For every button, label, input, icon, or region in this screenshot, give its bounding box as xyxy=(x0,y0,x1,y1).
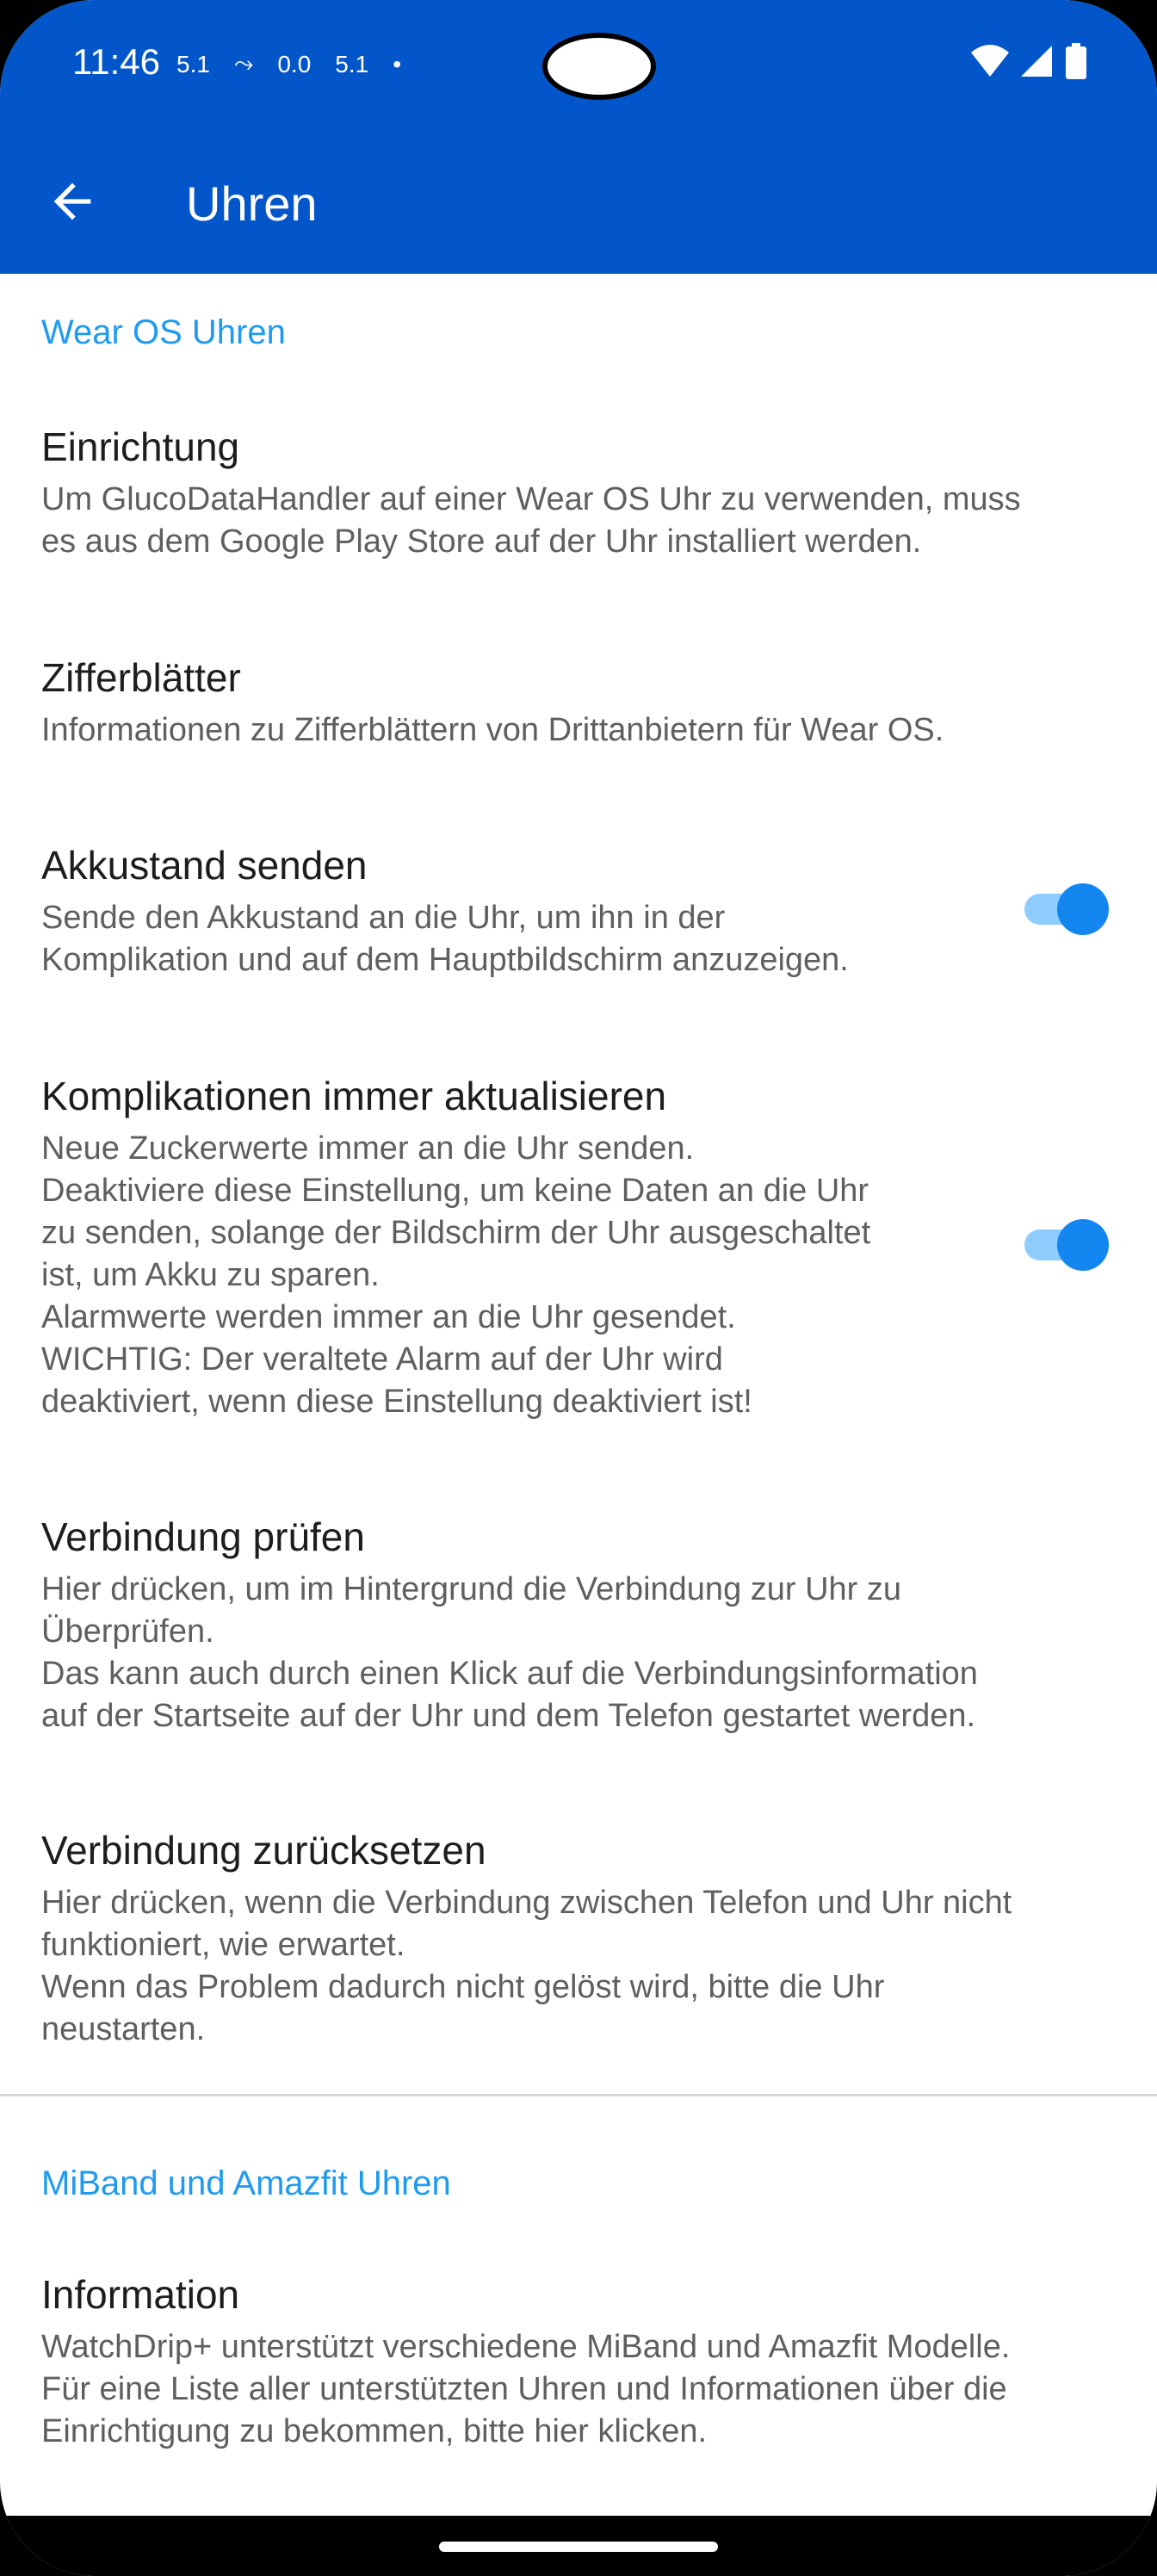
pref-summary: Hier drücken, wenn die Verbindung zwisch… xyxy=(41,1885,1012,2047)
pref-einrichtung[interactable]: Einrichtung Um GlucoDataHandler auf eine… xyxy=(0,424,1157,563)
status-time: 11:46 xyxy=(72,41,160,82)
signal-icon xyxy=(1021,46,1052,77)
app-bar: Uhren xyxy=(0,129,1157,274)
settings-screen: 11:46 5.1 ⤳ 0.0 5.1 • Uhren Wear OS Uhre… xyxy=(0,0,1157,2576)
status-bar: 11:46 5.1 ⤳ 0.0 5.1 • xyxy=(0,0,1157,129)
toggle-komplikationen-aktualisieren[interactable] xyxy=(1024,1219,1109,1271)
section-header-wear-os: Wear OS Uhren xyxy=(41,313,286,351)
pref-title: Zifferblätter xyxy=(41,655,241,700)
gesture-handle[interactable] xyxy=(439,2542,718,2552)
status-indicator: 5.1 xyxy=(335,50,369,77)
wifi-icon xyxy=(971,45,1009,77)
pref-verbindung-pruefen[interactable]: Verbindung prüfen Hier drücken, um im Hi… xyxy=(0,1514,1157,1737)
pref-title: Information xyxy=(41,2272,240,2317)
pref-information[interactable]: Information WatchDrip+ unterstützt versc… xyxy=(0,2271,1157,2453)
pref-summary: Hier drücken, um im Hintergrund die Verb… xyxy=(41,1571,978,1734)
pref-title: Verbindung prüfen xyxy=(41,1514,365,1559)
toggle-thumb xyxy=(1057,1219,1109,1271)
status-indicators: 5.1 ⤳ 0.0 5.1 • xyxy=(176,50,401,78)
pref-title: Einrichtung xyxy=(41,424,240,469)
section-divider xyxy=(0,2094,1157,2096)
status-indicator: ⤳ xyxy=(233,50,254,77)
status-indicator: • xyxy=(393,50,402,77)
pref-komplikationen-aktualisieren[interactable]: Komplikationen immer aktualisieren Neue … xyxy=(0,1073,1157,1423)
pref-title: Akkustand senden xyxy=(41,843,368,888)
arrow-back-icon[interactable] xyxy=(45,174,100,229)
pref-summary: Um GlucoDataHandler auf einer Wear OS Uh… xyxy=(41,481,1021,560)
pref-verbindung-zuruecksetzen[interactable]: Verbindung zurücksetzen Hier drücken, we… xyxy=(0,1827,1157,2051)
battery-icon xyxy=(1066,43,1086,79)
pref-summary: WatchDrip+ unterstützt verschiedene MiBa… xyxy=(41,2329,1011,2449)
status-indicator: 0.0 xyxy=(277,50,312,77)
pref-title: Verbindung zurücksetzen xyxy=(41,1828,486,1873)
status-right-icons xyxy=(971,43,1086,79)
top-bar: 11:46 5.1 ⤳ 0.0 5.1 • Uhren xyxy=(0,0,1157,274)
section-header-miband-amazfit: MiBand und Amazfit Uhren xyxy=(41,2164,451,2202)
camera-cutout xyxy=(542,33,656,100)
pref-summary: Sende den Akkustand an die Uhr, um ihn i… xyxy=(41,900,849,978)
status-indicator: 5.1 xyxy=(176,50,210,77)
pref-zifferblaetter[interactable]: Zifferblätter Informationen zu Zifferblä… xyxy=(0,654,1157,752)
page-title: Uhren xyxy=(186,176,318,231)
toggle-akkustand-senden[interactable] xyxy=(1024,883,1109,935)
pref-akkustand-senden[interactable]: Akkustand senden Sende den Akkustand an … xyxy=(0,842,1157,981)
pref-summary: Neue Zuckerwerte immer an die Uhr senden… xyxy=(41,1130,871,1420)
toggle-thumb xyxy=(1057,883,1109,935)
pref-title: Komplikationen immer aktualisieren xyxy=(41,1074,667,1118)
pref-summary: Informationen zu Zifferblättern von Drit… xyxy=(41,712,944,748)
